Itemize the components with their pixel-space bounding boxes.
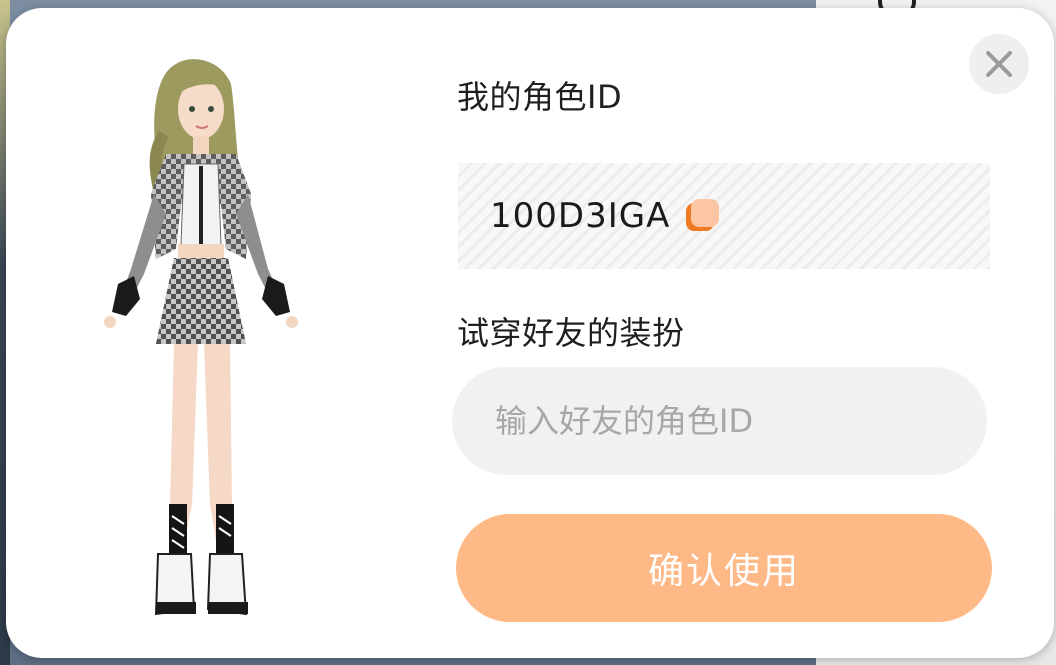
my-id-label: 我的角色ID [457, 78, 623, 116]
my-id-value: 100D3IGA [490, 196, 671, 236]
character-avatar [104, 59, 298, 616]
try-friend-label: 试穿好友的装扮 [457, 314, 685, 352]
my-id-box: 100D3IGA [458, 163, 990, 269]
close-button[interactable] [969, 34, 1029, 94]
friend-id-input[interactable] [452, 367, 987, 475]
try-on-dialog: 我的角色ID 100D3IGA 试穿好友的装扮 确认使用 [6, 8, 1054, 658]
close-icon [986, 51, 1012, 77]
confirm-use-button[interactable]: 确认使用 [456, 514, 992, 622]
copy-id-button[interactable] [686, 199, 720, 233]
